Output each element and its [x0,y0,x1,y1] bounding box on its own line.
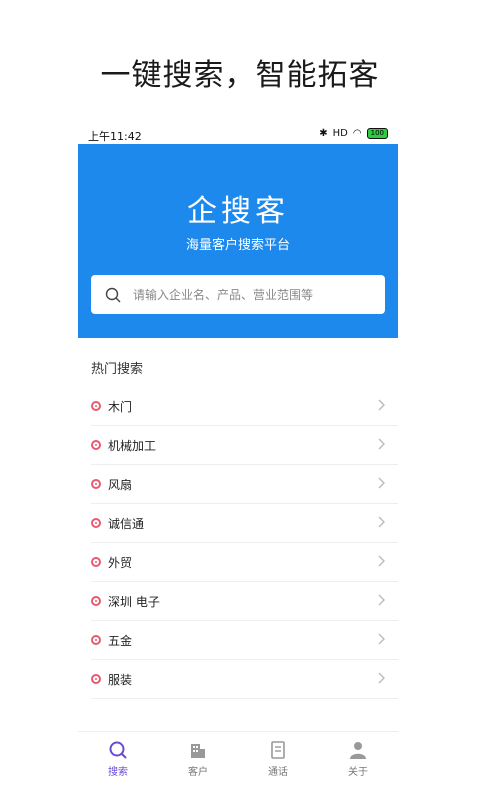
search-icon [109,741,127,759]
chevron-right-icon [378,672,385,684]
hero-banner: 企搜客 海量客户搜索平台 [78,144,398,338]
target-icon [91,557,101,567]
list-item[interactable]: 机械加工 [91,426,398,465]
target-icon [91,635,101,645]
target-icon [91,440,101,450]
chevron-right-icon [378,399,385,411]
search-box[interactable] [91,275,385,314]
battery-icon: 100 [366,128,388,139]
list-item[interactable]: 诚信通 [91,504,398,543]
status-time: 上午11:42 [88,130,142,143]
chevron-right-icon [378,633,385,645]
bluetooth-icon: ✱ [319,128,328,139]
promo-headline: 一键搜索，智能拓客 [100,58,380,93]
wifi-icon: ◠ [352,128,362,139]
target-icon [91,596,101,606]
list-item-label: 外贸 [108,555,133,570]
building-icon [191,744,205,758]
target-icon [91,479,101,489]
tab-about[interactable]: 关于 [318,732,398,790]
list-item-label: 诚信通 [108,516,145,531]
list-item[interactable]: 外贸 [91,543,398,582]
list-item-label: 木门 [108,399,133,414]
phone-screen: 上午11:42 ✱ HD ◠ 100 企搜客 海量客户搜索平台 热门搜索 木门 … [78,126,398,790]
tab-customers[interactable]: 客户 [158,732,238,790]
call-record-icon [271,741,285,759]
bottom-tab-bar: 搜索 客户 通话 关于 [78,731,398,790]
tab-label: 通话 [268,767,288,778]
app-subtitle: 海量客户搜索平台 [185,238,290,253]
hot-search-title: 热门搜索 [91,362,144,377]
hot-search-list: 木门 机械加工 风扇 诚信通 外贸 深圳 电子 五金 服装 [91,387,398,699]
chevron-right-icon [378,594,385,606]
app-title: 企搜客 [187,194,289,229]
tab-label: 客户 [188,767,208,778]
list-item-label: 风扇 [108,477,133,492]
chevron-right-icon [378,555,385,567]
list-item[interactable]: 木门 [91,387,398,426]
list-item-label: 深圳 电子 [108,594,160,609]
tab-label: 搜索 [108,767,128,778]
search-input[interactable] [131,286,365,303]
signal-icon: HD [332,128,348,139]
target-icon [91,674,101,684]
tab-label: 关于 [348,767,368,778]
list-item-label: 五金 [108,633,133,648]
status-bar: 上午11:42 ✱ HD ◠ 100 [78,126,398,144]
chevron-right-icon [378,516,385,528]
list-item-label: 机械加工 [108,438,157,453]
list-item[interactable]: 服装 [91,660,398,699]
status-icons: ✱ HD ◠ 100 [319,128,388,139]
chevron-right-icon [378,477,385,489]
list-item[interactable]: 风扇 [91,465,398,504]
target-icon [91,518,101,528]
tab-calls[interactable]: 通话 [238,732,318,790]
tab-search[interactable]: 搜索 [78,732,158,790]
list-item[interactable]: 五金 [91,621,398,660]
search-icon [105,287,121,302]
list-item[interactable]: 深圳 电子 [91,582,398,621]
chevron-right-icon [378,438,385,450]
person-icon [350,742,366,759]
list-item-label: 服装 [108,672,133,687]
target-icon [91,401,101,411]
